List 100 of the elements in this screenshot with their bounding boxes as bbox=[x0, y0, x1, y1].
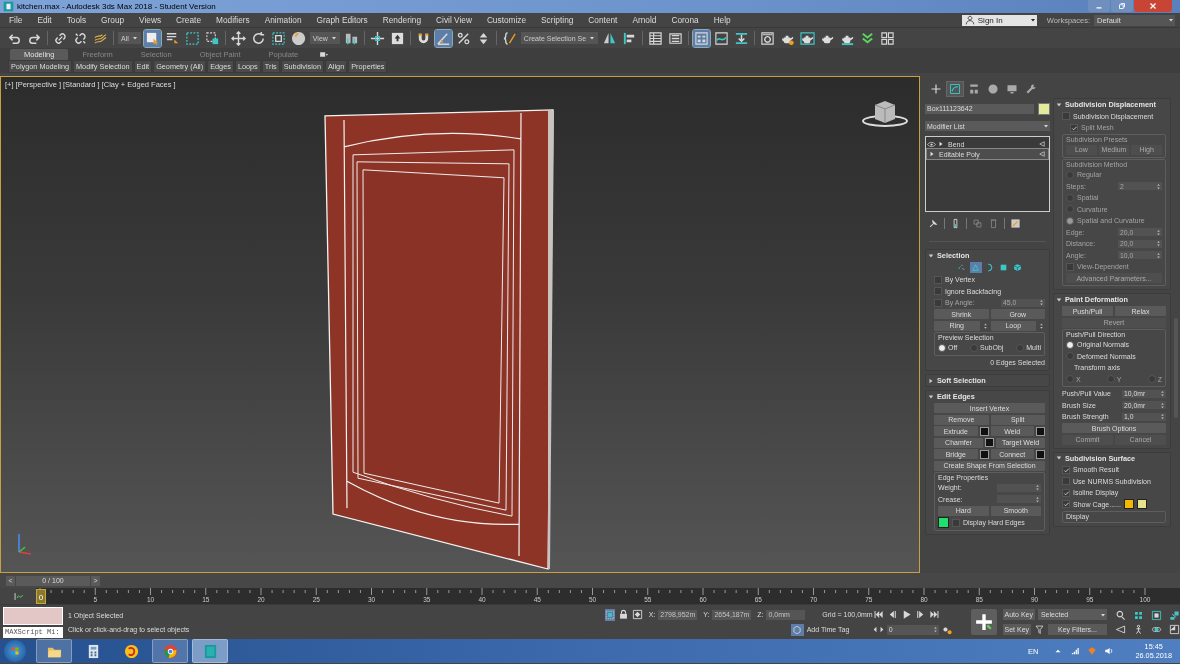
menu-item[interactable]: Create bbox=[169, 15, 209, 25]
taskbar-button[interactable] bbox=[36, 639, 72, 663]
maximize-viewport-icon[interactable] bbox=[1169, 623, 1180, 635]
collapse-icon[interactable] bbox=[928, 393, 934, 400]
spinner-arrows-icon[interactable] bbox=[1159, 413, 1166, 420]
menu-item[interactable]: Help bbox=[706, 15, 739, 25]
collapse-icon[interactable] bbox=[928, 252, 934, 259]
round-logo-icon[interactable] bbox=[123, 643, 139, 659]
spinner-arrows-icon[interactable] bbox=[931, 626, 939, 633]
go-to-end-icon[interactable] bbox=[928, 609, 940, 620]
configure-icon[interactable] bbox=[1010, 218, 1021, 229]
zoom-extents-icon[interactable] bbox=[1151, 609, 1162, 621]
door-drawing[interactable] bbox=[324, 109, 554, 570]
scale-icon[interactable] bbox=[269, 29, 287, 47]
menu-item[interactable]: Corona bbox=[664, 15, 707, 25]
checkbox[interactable] bbox=[1062, 500, 1070, 508]
spinner-arrows-icon[interactable] bbox=[1159, 401, 1166, 409]
checkbox[interactable] bbox=[934, 275, 942, 284]
caret-icon[interactable] bbox=[1167, 16, 1175, 24]
select-object-icon[interactable] bbox=[143, 29, 161, 47]
next-frame-icon[interactable] bbox=[914, 609, 926, 620]
table-icon[interactable] bbox=[647, 29, 665, 47]
radio-button[interactable] bbox=[938, 343, 946, 352]
spinner-field[interactable] bbox=[997, 495, 1041, 503]
menu-item[interactable]: Rendering bbox=[375, 15, 430, 25]
object-color-swatch[interactable] bbox=[1038, 103, 1050, 115]
listener-output-field[interactable] bbox=[3, 606, 63, 625]
menu-item[interactable]: Civil View bbox=[429, 15, 480, 25]
spinner-arrows-icon[interactable] bbox=[1034, 495, 1041, 503]
settings-button[interactable] bbox=[1036, 449, 1045, 459]
restore-button[interactable] bbox=[1111, 0, 1133, 12]
element-icon[interactable] bbox=[1011, 262, 1024, 273]
restore-icon[interactable] bbox=[1117, 1, 1127, 11]
eye-icon[interactable] bbox=[927, 139, 936, 149]
checkbox[interactable] bbox=[1062, 488, 1070, 497]
menu-item[interactable]: Edit bbox=[30, 15, 60, 25]
render-setup-icon[interactable] bbox=[759, 29, 777, 47]
sign-in-dropdown[interactable]: Sign In bbox=[961, 14, 1037, 26]
menu-item[interactable]: Arnold bbox=[625, 15, 665, 25]
settings-button[interactable] bbox=[1036, 426, 1045, 436]
menu-item[interactable]: Content bbox=[581, 15, 626, 25]
view-cube-icon[interactable] bbox=[862, 100, 908, 127]
dual-panel-icon[interactable] bbox=[693, 29, 711, 47]
close-icon[interactable] bbox=[1148, 1, 1158, 11]
color-swatch[interactable] bbox=[1136, 499, 1147, 509]
zoom-icon[interactable] bbox=[1115, 609, 1126, 621]
collapse-icon[interactable] bbox=[1056, 296, 1062, 303]
time-tag-button[interactable] bbox=[790, 623, 804, 636]
checkbox[interactable] bbox=[934, 287, 942, 295]
selection-lock-button[interactable] bbox=[604, 608, 615, 621]
caret-icon[interactable] bbox=[1042, 122, 1050, 130]
zoom-all-icon[interactable] bbox=[1133, 609, 1144, 621]
ribbon-toggle-icon[interactable] bbox=[318, 49, 330, 59]
color-swatch[interactable] bbox=[938, 517, 949, 528]
key-filter-icon[interactable] bbox=[1034, 624, 1046, 635]
checkbox[interactable] bbox=[952, 518, 960, 527]
teapot-window-icon[interactable] bbox=[799, 29, 817, 47]
spinner-arrows-icon[interactable] bbox=[1038, 321, 1045, 330]
menu-item[interactable]: Customize bbox=[479, 15, 535, 25]
color-swatch[interactable] bbox=[1123, 499, 1134, 509]
curve-editor-icon[interactable] bbox=[12, 590, 24, 602]
collapse-icon[interactable] bbox=[1056, 455, 1062, 461]
pin-icon[interactable] bbox=[928, 218, 939, 229]
collapse-icon[interactable] bbox=[1056, 101, 1062, 108]
spinner-arrows-icon[interactable] bbox=[1159, 390, 1166, 397]
speaker-icon[interactable] bbox=[1104, 646, 1115, 656]
settings-button[interactable] bbox=[985, 438, 994, 447]
angle-snap-icon[interactable] bbox=[434, 29, 452, 47]
zoom-extents-all-icon[interactable] bbox=[1169, 609, 1180, 621]
padlock-icon[interactable] bbox=[617, 609, 629, 620]
absolute-mode-icon[interactable] bbox=[631, 609, 643, 620]
menu-item[interactable]: File bbox=[2, 15, 31, 25]
app-icon[interactable] bbox=[3, 1, 14, 12]
expand-icon[interactable] bbox=[928, 377, 934, 384]
checkbox[interactable] bbox=[1062, 465, 1070, 474]
modify-icon[interactable] bbox=[947, 82, 963, 96]
settings-button[interactable] bbox=[979, 426, 989, 436]
walk-icon[interactable] bbox=[1133, 623, 1144, 635]
menu-item[interactable]: Views bbox=[132, 15, 170, 25]
caret-icon[interactable] bbox=[130, 34, 139, 42]
field-of-view-icon[interactable] bbox=[1115, 623, 1126, 635]
window-crossing-icon[interactable] bbox=[203, 29, 221, 47]
menu-item[interactable]: Group bbox=[94, 15, 133, 25]
menu-item[interactable]: Animation bbox=[257, 15, 310, 25]
time-configuration-icon[interactable] bbox=[941, 624, 953, 635]
rectangle-selection-icon[interactable] bbox=[183, 29, 201, 47]
signal-icon[interactable] bbox=[1070, 646, 1081, 656]
menu-item[interactable]: Tools bbox=[59, 15, 95, 25]
checkbox[interactable] bbox=[1062, 112, 1070, 120]
curve-window-icon[interactable] bbox=[713, 29, 731, 47]
checkbox[interactable] bbox=[1062, 477, 1070, 485]
crosshair-icon[interactable] bbox=[368, 29, 386, 47]
caret-icon[interactable] bbox=[329, 34, 338, 42]
menu-item[interactable]: Scripting bbox=[534, 15, 582, 25]
menu-item[interactable]: Modifiers bbox=[209, 15, 258, 25]
current-frame-marker[interactable]: 0 bbox=[36, 589, 46, 604]
edge-icon[interactable] bbox=[969, 262, 982, 273]
user-icon[interactable] bbox=[964, 15, 975, 25]
spinner-field[interactable] bbox=[997, 483, 1041, 492]
move-icon[interactable] bbox=[229, 29, 247, 47]
